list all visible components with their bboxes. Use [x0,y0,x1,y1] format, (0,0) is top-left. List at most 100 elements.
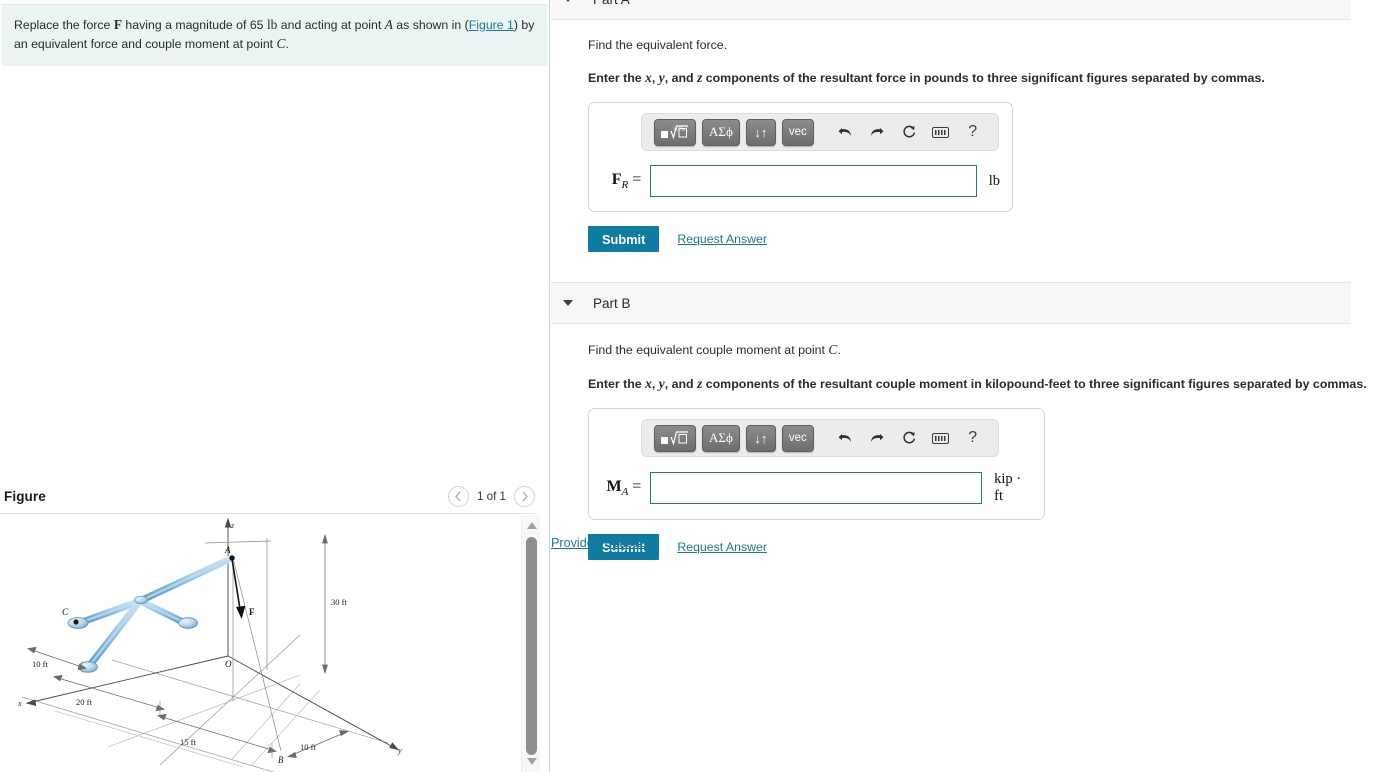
label-sub-A: A [621,486,629,499]
sort-arrows-button[interactable]: ↓↑ [745,424,776,452]
triangle-down-icon-part-a[interactable] [563,0,573,2]
part-a-answer-box: \u25a1 ΑΣϕ ↓↑ vec ? FR = lb [588,102,1013,212]
part-a-submit-row: Submit Request Answer [588,226,1374,252]
point-label-A: A [224,545,231,555]
triangle-up-icon[interactable] [525,520,538,531]
joint-right [178,617,198,629]
scrollbar-thumb[interactable] [526,537,537,755]
part-a-answer-input[interactable] [650,165,977,197]
figure-scrollbar[interactable] [521,515,540,772]
part-b-question-post: . [837,343,841,357]
math-template-button[interactable]: \u25a1 [654,118,696,146]
equals-sign-a: = [632,170,642,188]
provide-feedback-link[interactable]: Provide Feedback [551,536,653,550]
label-sub-R: R [621,179,629,192]
figure-navigation: 1 of 1 [447,486,535,507]
problem-text-6: . [285,37,289,52]
help-icon[interactable]: ? [960,425,986,451]
part-a-request-answer-link[interactable]: Request Answer [677,232,767,246]
part-a-sep1: , [651,71,659,85]
dim-label-20ft: 20 ft [76,697,92,707]
problem-text-1: Replace the force [14,18,114,32]
part-b-question-pre: Find the equivalent couple moment at poi… [588,343,829,357]
part-b-submit-row: Submit Request Answer [588,534,1374,560]
undo-icon[interactable] [832,425,858,451]
triangle-down-icon[interactable] [525,756,538,767]
part-b-body: Find the equivalent couple moment at poi… [551,342,1374,560]
part-a-title: Part A [593,0,630,7]
point-label-B: B [278,755,284,765]
vector-button[interactable]: vec [781,118,814,146]
problem-text-2: having a magnitude of 65 [122,18,267,32]
vector-button[interactable]: vec [781,424,814,452]
part-a-header[interactable]: Part A [551,0,1351,20]
unit-lb: lb [266,17,278,32]
part-a-unit: lb [988,172,1000,189]
right-panel: Part A Find the equivalent force. Enter … [551,0,1374,772]
part-b-instruction: Enter the x, y, and z components of the … [588,376,1374,392]
part-a-instr-post: components of the resultant force in pou… [702,71,1265,85]
help-icon[interactable]: ? [960,119,986,145]
dim-label-10ft-right: 10 ft [300,742,316,752]
part-b-answer-label: MA = [601,478,641,498]
part-b-unit: kip · ft [994,471,1022,504]
keyboard-icon[interactable] [928,119,954,145]
part-b-answer-box: ΑΣϕ ↓↑ vec ? MA = kip · ft [588,408,1045,520]
axis-label-y: y [397,745,402,755]
force-label-F: F [249,607,255,617]
axis-label-z: z [230,520,235,530]
part-a-submit-button[interactable]: Submit [588,226,660,252]
part-a-answer-row: FR = lb [601,165,1000,197]
part-a-question: Find the equivalent force. [588,38,728,52]
figure-1-link[interactable]: Figure 1 [469,18,514,32]
part-b-instr-pre: Enter the [588,377,646,391]
part-a-body: Find the equivalent force. Enter the x, … [551,38,1374,252]
part-b-sep2: , and [664,377,698,391]
joint-hub [134,595,148,605]
point-label-C: C [62,608,69,618]
page-root: Replace the force F having a magnitude o… [0,0,1374,772]
part-a-instruction: Enter the x, y, and z components of the … [588,70,1374,86]
sort-arrows-button[interactable]: ↓↑ [745,118,776,146]
redo-icon[interactable] [864,425,890,451]
chevron-left-icon[interactable] [447,486,469,507]
greek-symbols-button[interactable]: ΑΣϕ [702,424,740,452]
chevron-right-icon[interactable] [514,486,535,507]
math-template-button[interactable] [654,424,696,452]
problem-text-4: as shown in ( [392,18,469,32]
dim-label-10ft-left: 10 ft [32,659,48,669]
part-b-question: Find the equivalent couple moment at poi… [588,342,1374,358]
undo-icon[interactable] [832,119,858,145]
keyboard-icon[interactable] [928,425,954,451]
label-M: M [606,477,622,495]
part-b-answer-input[interactable] [650,472,983,504]
part-b-answer-row: MA = kip · ft [601,471,1032,505]
point-symbol-A: A [384,17,393,32]
axis-label-x: x [17,698,22,708]
part-a-math-toolbar: \u25a1 ΑΣϕ ↓↑ vec ? [641,113,999,151]
part-b-header[interactable]: Part B [551,282,1351,324]
problem-text-3: and acting at point [277,18,385,32]
dim-label-30ft: 30 ft [331,597,347,607]
part-b-math-toolbar: ΑΣϕ ↓↑ vec ? [641,419,999,457]
figure-divider [0,513,536,514]
figure-canvas: z x y F A C O B 30 ft 10 ft 20 ft 15 ft … [0,515,521,772]
figure-title: Figure [4,489,46,504]
figure-header: Figure 1 of 1 [0,480,549,513]
svg-text:\u25a1: \u25a1 [673,126,688,132]
force-symbol-F: F [113,17,122,32]
figure-counter: 1 of 1 [476,490,506,503]
redo-icon[interactable] [864,119,890,145]
point-label-O: O [225,659,232,669]
triangle-down-icon-part-b[interactable] [563,300,573,306]
force-arrow-F [231,558,246,619]
reset-icon[interactable] [896,425,922,451]
problem-statement: Replace the force F having a magnitude o… [2,4,547,66]
reset-icon[interactable] [896,119,922,145]
point-symbol-C-b: C [828,342,838,357]
part-b-sep1: , [651,377,659,391]
part-b-request-answer-link[interactable]: Request Answer [677,540,767,554]
part-a-instr-pre: Enter the [588,71,646,85]
equals-sign-b: = [632,477,642,495]
greek-symbols-button[interactable]: ΑΣϕ [702,118,740,146]
